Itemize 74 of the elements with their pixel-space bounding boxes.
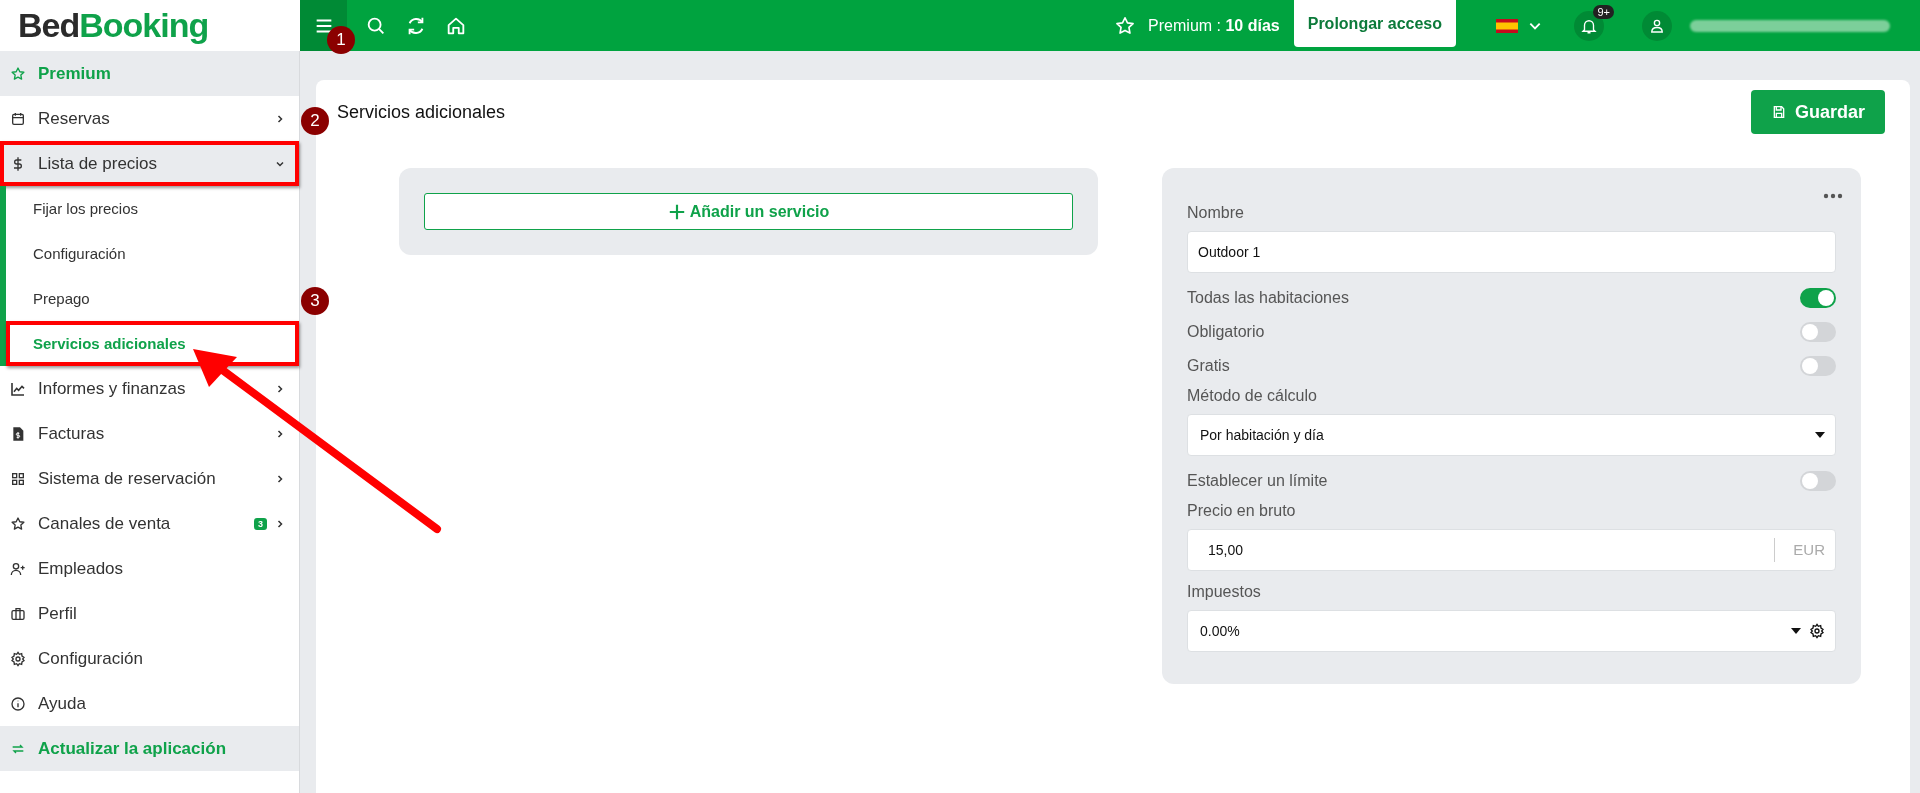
sidebar-item[interactable]: Perfil	[0, 591, 299, 636]
annotation-number: 3	[301, 287, 329, 315]
sidebar-item[interactable]: Sistema de reservación	[0, 456, 299, 501]
menu-label: Reservas	[38, 108, 111, 129]
more-options-icon[interactable]	[1823, 193, 1843, 199]
chevron-icon	[275, 428, 285, 439]
sidebar-item[interactable]: Lista de precios	[0, 141, 299, 186]
dropdown-field[interactable]: 0.00%	[1187, 610, 1836, 652]
menu-label: Lista de precios	[38, 153, 159, 174]
submenu-item[interactable]: Prepago	[6, 276, 299, 321]
annotation-number: 2	[301, 107, 329, 135]
briefcase-icon	[10, 605, 26, 622]
annotation-number: 1	[327, 26, 355, 54]
menu-label: Facturas	[38, 423, 106, 444]
star-icon	[10, 65, 26, 82]
menu-label: Informes y finanzas	[38, 378, 187, 399]
chevron-icon	[275, 473, 285, 484]
spanish-flag-icon[interactable]	[1496, 18, 1518, 33]
dropdown-field[interactable]: Por habitación y día	[1187, 414, 1836, 456]
star-icon	[10, 515, 26, 532]
toggle-switch[interactable]	[1800, 356, 1836, 376]
plus-icon	[667, 202, 686, 221]
settings-icon[interactable]	[1809, 623, 1825, 639]
menu-label: Canales de venta	[38, 513, 172, 534]
info-icon	[10, 695, 26, 712]
menu-label: Actualizar la aplicación	[38, 738, 227, 759]
chevron-icon	[275, 113, 285, 124]
dropdown-arrow-icon	[1815, 432, 1825, 438]
menu-label: Perfil	[38, 603, 78, 624]
user-avatar-button[interactable]	[1642, 10, 1672, 41]
name-input-field[interactable]: Outdoor 1	[1187, 231, 1836, 273]
toggle-switch[interactable]	[1800, 471, 1836, 491]
currency-label: EUR	[1774, 538, 1825, 562]
toggle-switch[interactable]	[1800, 322, 1836, 342]
invoice-icon	[10, 425, 26, 442]
calendar-icon	[10, 110, 26, 127]
price-input-field[interactable]: 15,00 EUR	[1187, 529, 1836, 571]
star-icon	[1114, 14, 1137, 37]
settings-icon	[10, 650, 26, 667]
sidebar-item[interactable]: Empleados	[0, 546, 299, 591]
sidebar-item[interactable]: Configuración	[0, 636, 299, 681]
field-label: Gratis	[1187, 357, 1230, 375]
user-plus-icon	[10, 560, 26, 577]
field-label: Establecer un límite	[1187, 472, 1328, 490]
menu-label: Sistema de reservación	[38, 468, 217, 489]
sidebar-item[interactable]: Canales de venta 3	[0, 501, 299, 546]
toggle-switch[interactable]	[1800, 288, 1836, 308]
menu-label: Configuración	[38, 648, 144, 669]
field-label: Impuestos	[1187, 583, 1262, 601]
premium-status: Premium : 10 días	[1148, 16, 1280, 35]
field-label: Precio en bruto	[1187, 502, 1297, 520]
field-label: Método de cálculo	[1187, 387, 1318, 405]
chevron-icon	[275, 518, 285, 529]
page-title: Servicios adicionales	[337, 101, 506, 123]
extend-access-button[interactable]: Prolongar acceso	[1293, 0, 1456, 47]
submenu-item[interactable]: Fijar los precios	[6, 186, 299, 231]
sidebar-item[interactable]: Informes y finanzas	[0, 366, 299, 411]
sidebar-item[interactable]: Ayuda	[0, 681, 299, 726]
grid-icon	[10, 470, 26, 487]
dropdown-arrow-icon	[1791, 628, 1801, 634]
line-chart-icon	[10, 380, 26, 397]
menu-label: Empleados	[38, 558, 125, 579]
field-label: Obligatorio	[1187, 323, 1265, 341]
chevron-icon	[275, 383, 285, 394]
menu-label: Premium	[38, 63, 112, 84]
field-label: Todas las habitaciones	[1187, 289, 1349, 307]
logo: BedBooking	[0, 0, 300, 51]
count-badge: 3	[254, 517, 267, 530]
sidebar-item[interactable]: Facturas	[0, 411, 299, 456]
submenu-item[interactable]: Configuración	[6, 231, 299, 276]
menu-label: Ayuda	[38, 693, 87, 714]
notification-count: 9+	[1593, 5, 1614, 19]
sidebar-item[interactable]: Reservas	[0, 96, 299, 141]
field-label: Nombre	[1187, 204, 1245, 222]
